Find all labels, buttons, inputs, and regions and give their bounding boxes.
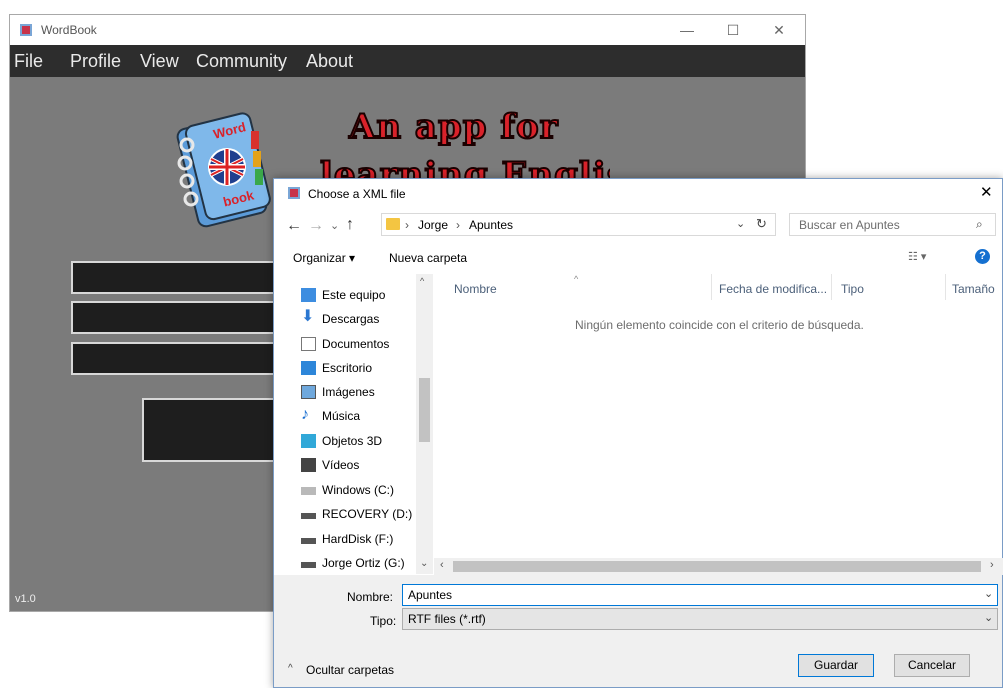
headline-line-2-clip: learning English	[310, 155, 610, 179]
drive-icon	[301, 562, 316, 568]
nav-scrollbar[interactable]: ^ ⌄	[416, 274, 433, 574]
input-field-3[interactable]	[71, 342, 281, 375]
window-title: WordBook	[41, 23, 97, 37]
scroll-left-icon[interactable]: ‹	[440, 559, 444, 571]
column-header-nombre[interactable]: Nombre	[454, 282, 497, 296]
headline-line-2: learning English	[319, 155, 610, 179]
collapse-chevron-icon[interactable]: ^	[288, 663, 293, 674]
dialog-app-icon	[286, 185, 302, 204]
input-field-2[interactable]	[71, 301, 281, 334]
dialog-title: Choose a XML file	[308, 187, 406, 201]
organize-button[interactable]: Organizar ▾	[293, 251, 355, 265]
view-options-icon[interactable]: ☷ ▾	[908, 250, 926, 263]
menu-about[interactable]: About	[306, 51, 353, 72]
folder-icon	[386, 218, 400, 230]
nav-scrollbar-thumb[interactable]	[419, 378, 430, 442]
breadcrumb-separator: ›	[405, 218, 409, 232]
up-arrow-icon[interactable]: ↑	[346, 216, 354, 234]
dialog-close-button[interactable]: ✕	[980, 183, 993, 201]
filetype-label: Tipo:	[370, 614, 397, 628]
bottom-panel: Nombre: Apuntes ⌄ Tipo: RTF files (*.rtf…	[274, 575, 1002, 687]
input-field-1[interactable]	[71, 261, 281, 294]
wordbook-logo: Word book	[165, 111, 275, 231]
breadcrumb-item-apuntes[interactable]: Apuntes	[469, 218, 513, 232]
sort-up-icon: ^	[574, 274, 579, 284]
column-divider	[831, 274, 832, 300]
title-bar[interactable]: WordBook — ☐ ✕	[10, 15, 805, 45]
video-icon	[301, 458, 316, 472]
column-divider	[711, 274, 712, 300]
filename-field[interactable]: Apuntes ⌄	[402, 584, 998, 606]
download-icon: ⬇	[301, 308, 315, 325]
pictures-icon	[301, 385, 316, 399]
app-icon	[18, 22, 34, 41]
drive-icon	[301, 538, 316, 544]
windows-drive-icon	[301, 487, 316, 495]
forward-arrow-icon[interactable]: →	[308, 217, 324, 235]
file-list[interactable]: ^ Nombre Fecha de modifica... Tipo Tamañ…	[434, 274, 1003, 574]
filename-value: Apuntes	[408, 588, 453, 602]
search-icon: ⌕	[976, 217, 983, 231]
scroll-up-icon[interactable]: ^	[420, 276, 424, 286]
horizontal-scrollbar-thumb[interactable]	[453, 561, 981, 572]
search-box[interactable]: Buscar en Apuntes ⌕	[789, 213, 996, 236]
maximize-button[interactable]: ☐	[710, 15, 756, 45]
empty-message: Ningún elemento coincide con el criterio…	[575, 318, 864, 332]
recent-chevron-icon[interactable]: ⌄	[330, 219, 339, 232]
document-icon	[301, 337, 316, 351]
desktop-icon	[301, 361, 316, 375]
column-header-fecha[interactable]: Fecha de modifica...	[719, 282, 827, 296]
filetype-value: RTF files (*.rtf)	[408, 612, 486, 626]
close-button[interactable]: ✕	[756, 15, 802, 45]
column-header-tamano[interactable]: Tamaño	[952, 282, 995, 296]
search-placeholder: Buscar en Apuntes	[799, 218, 900, 232]
scroll-down-icon[interactable]: ⌄	[420, 558, 428, 569]
horizontal-scrollbar[interactable]: ‹ ›	[434, 558, 1003, 575]
column-header-tipo[interactable]: Tipo	[841, 282, 864, 296]
filename-label: Nombre:	[347, 590, 394, 604]
menu-bar: File Profile View Community About	[10, 45, 805, 77]
menu-profile[interactable]: Profile	[70, 51, 121, 72]
filetype-select[interactable]: RTF files (*.rtf) ⌄	[402, 608, 998, 630]
refresh-icon[interactable]: ↻	[756, 216, 767, 232]
help-icon[interactable]: ?	[975, 249, 990, 264]
main-action-button[interactable]	[142, 398, 282, 462]
minimize-button[interactable]: —	[664, 15, 710, 45]
menu-view[interactable]: View	[140, 51, 179, 72]
breadcrumb-separator: ›	[456, 218, 460, 232]
drive-icon	[301, 513, 316, 519]
filetype-dropdown-icon[interactable]: ⌄	[984, 611, 993, 624]
save-button[interactable]: Guardar	[798, 654, 874, 677]
address-bar[interactable]: › Jorge › Apuntes ⌄ ↻	[381, 213, 776, 236]
menu-file[interactable]: File	[14, 51, 43, 72]
headline-line-1: An app for	[348, 106, 559, 148]
navigation-pane[interactable]: Este equipo ⬇ Descargas Documentos Escri…	[274, 274, 434, 574]
column-divider	[945, 274, 946, 300]
new-folder-button[interactable]: Nueva carpeta	[389, 251, 467, 265]
scroll-right-icon[interactable]: ›	[990, 559, 994, 571]
music-icon: ♪	[301, 406, 309, 423]
hide-folders-button[interactable]: Ocultar carpetas	[306, 663, 394, 677]
cube-icon	[301, 434, 316, 448]
menu-community[interactable]: Community	[196, 51, 287, 72]
filename-dropdown-icon[interactable]: ⌄	[984, 587, 993, 600]
computer-icon	[301, 288, 316, 302]
cancel-button[interactable]: Cancelar	[894, 654, 970, 677]
address-dropdown-icon[interactable]: ⌄	[736, 217, 745, 230]
file-dialog: Choose a XML file ✕ ← → ⌄ ↑ › Jorge › Ap…	[273, 178, 1003, 688]
back-arrow-icon[interactable]: ←	[286, 217, 302, 235]
version-label: v1.0	[15, 593, 36, 605]
breadcrumb-item-jorge[interactable]: Jorge	[418, 218, 448, 232]
